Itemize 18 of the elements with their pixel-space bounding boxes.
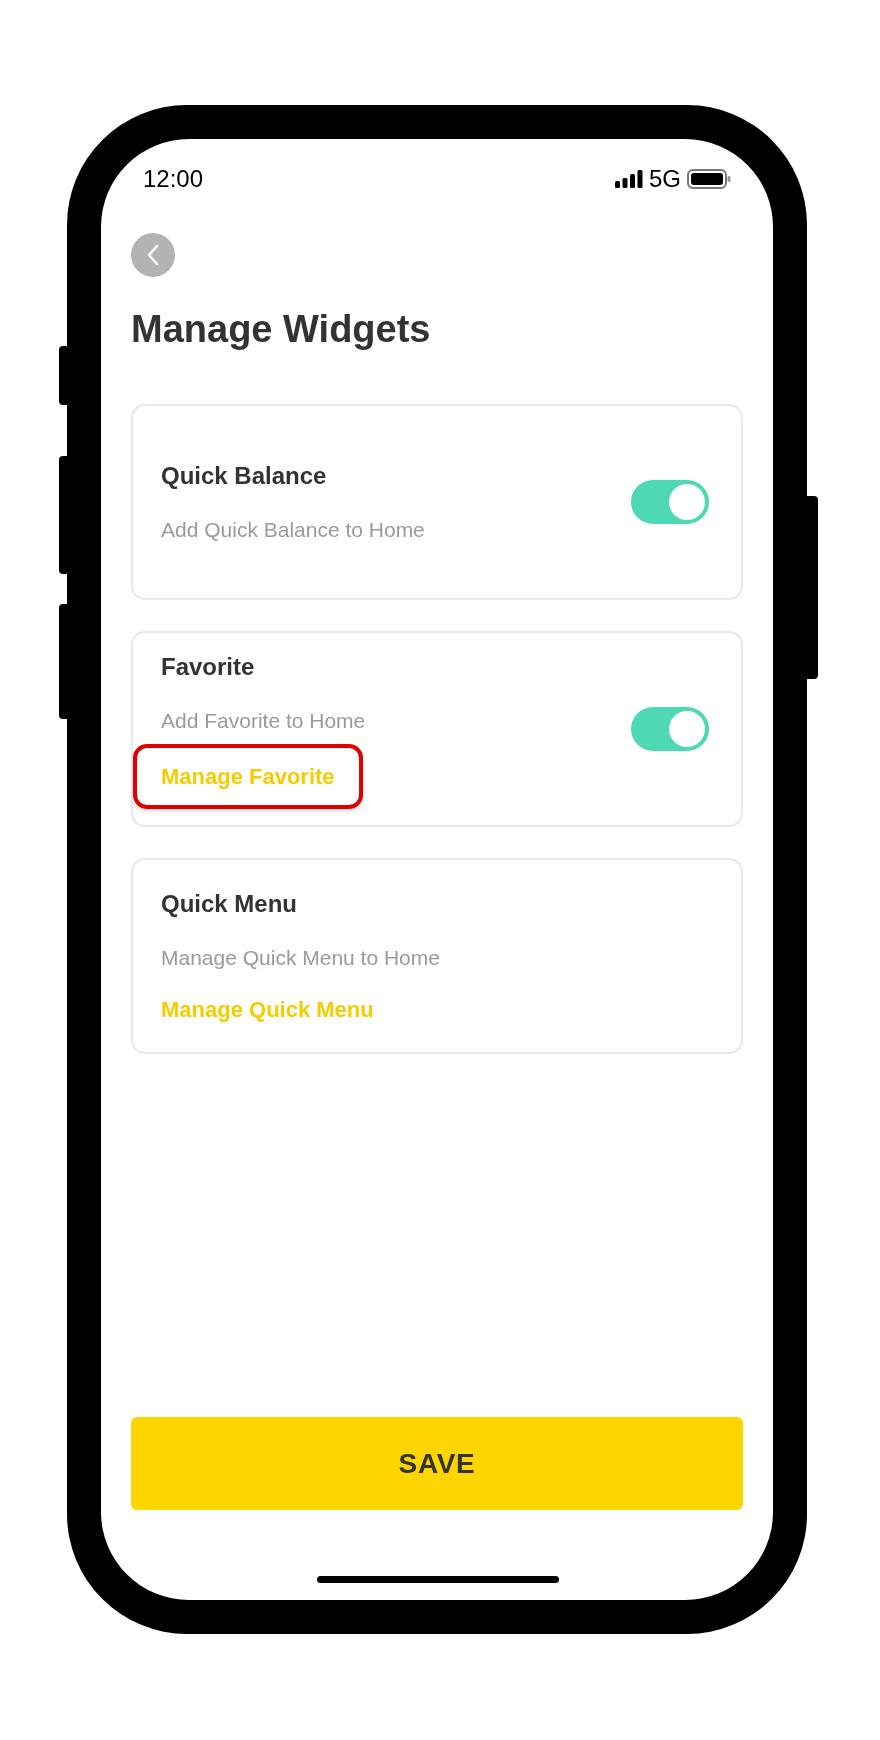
toggle-switch[interactable] bbox=[631, 480, 709, 524]
page-title: Manage Widgets bbox=[131, 307, 432, 352]
widget-title: Quick Menu bbox=[161, 888, 298, 919]
widget-description: Add Favorite to Home bbox=[161, 707, 366, 734]
widget-title: Favorite bbox=[161, 651, 255, 682]
widget-title: Quick Balance bbox=[161, 461, 327, 492]
toggle-switch[interactable] bbox=[631, 707, 709, 751]
back-button[interactable] bbox=[131, 233, 175, 277]
network-label: 5G bbox=[649, 164, 681, 194]
manage-link[interactable]: Manage Favorite bbox=[133, 744, 363, 810]
back-icon bbox=[146, 243, 160, 267]
widget-description: Add Quick Balance to Home bbox=[161, 517, 425, 544]
signal-icon bbox=[615, 170, 643, 188]
status-time: 12:00 bbox=[143, 164, 204, 194]
manage-link[interactable]: Manage Quick Menu bbox=[161, 993, 374, 1027]
widget-description: Manage Quick Menu to Home bbox=[161, 944, 440, 971]
save-button[interactable]: SAVE bbox=[131, 1417, 743, 1510]
battery-icon bbox=[687, 169, 731, 189]
